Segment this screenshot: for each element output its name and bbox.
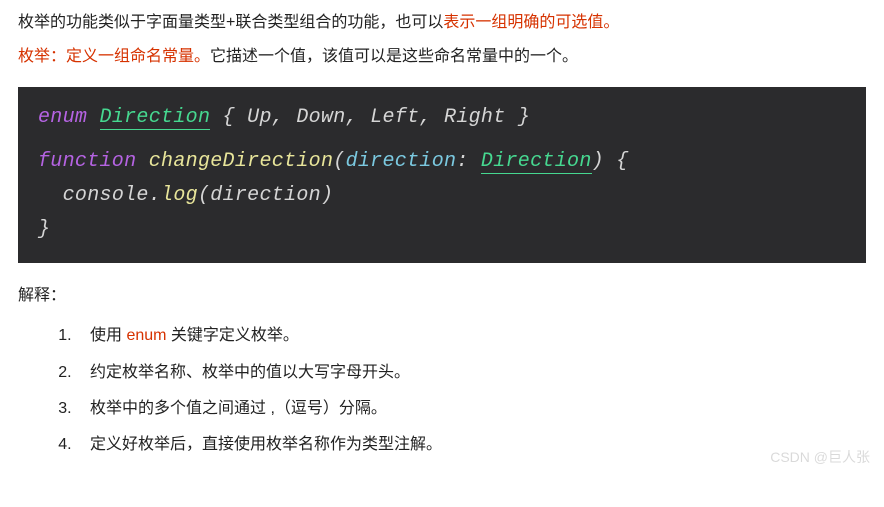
log-method: log <box>161 184 198 207</box>
keyword-function: function <box>38 150 136 173</box>
watermark: CSDN @巨人张 <box>770 444 870 471</box>
enum-val-down: Down <box>296 106 345 129</box>
inline-keyword-enum: enum <box>126 327 166 344</box>
list-item: 定义好枚举后，直接使用枚举名称作为类型注解。 <box>76 430 866 460</box>
code-blank-line <box>38 135 846 145</box>
brace-open: { <box>210 106 247 129</box>
enum-val-up: Up <box>247 106 272 129</box>
code-line-3: console.log(direction) <box>38 179 846 213</box>
intro-line-2b: 它描述一个值，该值可以是这些命名常量中的一个。 <box>210 48 578 65</box>
list-item: 枚举中的多个值之间通过 ,（逗号）分隔。 <box>76 394 866 424</box>
intro-line-1a: 枚举的功能类似于字面量类型+联合类型组合的功能，也可以 <box>18 14 443 31</box>
intro-highlight-1: 表示一组明确的可选值。 <box>443 14 619 31</box>
explain-title: 解释： <box>18 281 866 311</box>
brace-close: } <box>506 106 531 129</box>
param-type: Direction <box>481 150 592 174</box>
code-line-4: } <box>38 213 846 247</box>
list-item: 约定枚举名称、枚举中的值以大写字母开头。 <box>76 358 866 388</box>
code-block: enum Direction { Up, Down, Left, Right }… <box>18 87 866 263</box>
param-name: direction <box>346 150 457 173</box>
intro-line-1: 枚举的功能类似于字面量类型+联合类型组合的功能，也可以表示一组明确的可选值。 <box>18 8 866 38</box>
console-obj: console <box>63 184 149 207</box>
intro-highlight-2: 枚举：定义一组命名常量。 <box>18 48 210 65</box>
type-direction: Direction <box>100 106 211 130</box>
list-item: 使用 enum 关键字定义枚举。 <box>76 321 866 351</box>
enum-val-right: Right <box>444 106 506 129</box>
intro-line-2: 枚举：定义一组命名常量。它描述一个值，该值可以是这些命名常量中的一个。 <box>18 42 866 72</box>
function-name: changeDirection <box>149 150 334 173</box>
code-line-2: function changeDirection(direction: Dire… <box>38 145 846 179</box>
code-line-1: enum Direction { Up, Down, Left, Right } <box>38 101 846 135</box>
explain-list: 使用 enum 关键字定义枚举。 约定枚举名称、枚举中的值以大写字母开头。 枚举… <box>18 321 866 461</box>
log-arg: direction <box>210 184 321 207</box>
keyword-enum: enum <box>38 106 87 129</box>
enum-val-left: Left <box>370 106 419 129</box>
